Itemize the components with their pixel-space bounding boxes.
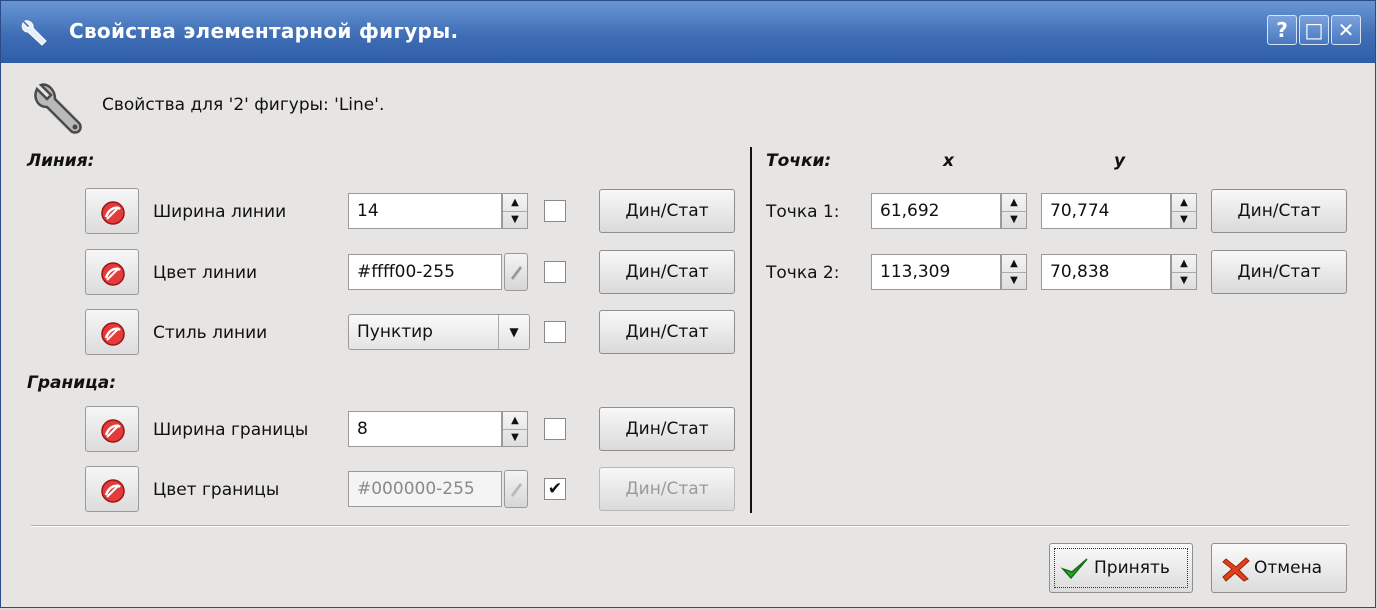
spin-up-icon[interactable]: ▲ xyxy=(1002,255,1026,273)
spin-down-icon[interactable]: ▼ xyxy=(1002,211,1026,228)
point2-x-input[interactable]: 113,309 xyxy=(871,254,1001,290)
line-width-input[interactable]: 14 xyxy=(348,193,502,229)
reset-line-color-button[interactable] xyxy=(85,249,139,295)
x-column-header: x xyxy=(943,151,954,171)
line-color-dynstat-button[interactable]: Дин/Стат xyxy=(599,250,735,294)
accept-button[interactable]: Принять xyxy=(1049,543,1193,593)
reset-icon xyxy=(101,322,125,346)
point1-y-spinner[interactable]: ▲ ▼ xyxy=(1171,193,1197,229)
line-width-dynstat-button[interactable]: Дин/Стат xyxy=(599,189,735,233)
border-color-input[interactable]: #000000-255 xyxy=(348,471,502,507)
border-color-checkbox[interactable]: ✔ xyxy=(544,478,566,500)
line-style-select[interactable]: Пунктир ▼ xyxy=(348,314,530,350)
line-width-checkbox[interactable] xyxy=(544,200,566,222)
point2-x-spinner[interactable]: ▲ ▼ xyxy=(1001,254,1027,290)
line-style-dynstat-button[interactable]: Дин/Стат xyxy=(599,310,735,354)
spin-down-icon[interactable]: ▼ xyxy=(1002,272,1026,289)
line-section-title: Линия: xyxy=(27,151,95,171)
reset-border-color-button[interactable] xyxy=(85,466,139,512)
point2-y-input[interactable]: 70,838 xyxy=(1041,254,1171,290)
line-width-label: Ширина линии xyxy=(153,202,287,222)
line-width-spinner[interactable]: ▲ ▼ xyxy=(502,193,528,229)
point1-x-input[interactable]: 61,692 xyxy=(871,193,1001,229)
spin-up-icon[interactable]: ▲ xyxy=(1172,194,1196,212)
point1-label: Точка 1: xyxy=(766,202,840,222)
wrench-icon xyxy=(34,83,82,134)
reset-icon xyxy=(101,419,125,443)
line-style-checkbox[interactable] xyxy=(544,321,566,343)
reset-icon xyxy=(101,479,125,503)
reset-line-width-button[interactable] xyxy=(85,188,139,234)
line-color-checkbox[interactable] xyxy=(544,261,566,283)
dialog-window: Свойства элементарной фигуры. ? □ ✕ Свой… xyxy=(0,0,1376,608)
line-style-value: Пунктир xyxy=(357,322,433,342)
point2-label: Точка 2: xyxy=(766,263,840,283)
border-width-dynstat-button[interactable]: Дин/Стат xyxy=(599,407,735,451)
cancel-label: Отмена xyxy=(1254,558,1323,578)
point1-y-input[interactable]: 70,774 xyxy=(1041,193,1171,229)
line-style-label: Стиль линии xyxy=(153,323,268,343)
y-column-header: y xyxy=(1114,151,1126,171)
point1-x-spinner[interactable]: ▲ ▼ xyxy=(1001,193,1027,229)
line-color-label: Цвет линии xyxy=(153,263,258,283)
header-text: Свойства для '2' фигуры: 'Line'. xyxy=(102,95,385,115)
checkmark-icon xyxy=(1060,558,1088,580)
horizontal-divider xyxy=(31,525,1349,527)
help-button[interactable]: ? xyxy=(1267,15,1297,45)
spin-up-icon[interactable]: ▲ xyxy=(503,194,527,212)
vertical-divider xyxy=(750,147,752,513)
spin-up-icon[interactable]: ▲ xyxy=(1002,194,1026,212)
border-width-checkbox[interactable] xyxy=(544,418,566,440)
pipette-icon xyxy=(511,266,522,280)
point2-y-spinner[interactable]: ▲ ▼ xyxy=(1171,254,1197,290)
reset-line-style-button[interactable] xyxy=(85,309,139,355)
spin-down-icon[interactable]: ▼ xyxy=(503,429,527,446)
spin-down-icon[interactable]: ▼ xyxy=(503,211,527,228)
border-width-spinner[interactable]: ▲ ▼ xyxy=(502,411,528,447)
spin-up-icon[interactable]: ▲ xyxy=(1172,255,1196,273)
border-section-title: Граница: xyxy=(27,373,117,393)
border-width-label: Ширина границы xyxy=(153,420,309,440)
point2-dynstat-button[interactable]: Дин/Стат xyxy=(1211,250,1347,294)
accept-label: Принять xyxy=(1094,558,1170,578)
wrench-icon xyxy=(21,20,47,46)
border-width-input[interactable]: 8 xyxy=(348,411,502,447)
points-section-title: Точки: xyxy=(766,151,832,171)
close-button[interactable]: ✕ xyxy=(1331,15,1361,45)
reset-icon xyxy=(101,262,125,286)
line-color-input[interactable]: #ffff00-255 xyxy=(348,254,502,290)
border-color-label: Цвет границы xyxy=(153,480,280,500)
pipette-icon xyxy=(511,483,522,497)
spin-up-icon[interactable]: ▲ xyxy=(503,412,527,430)
spin-down-icon[interactable]: ▼ xyxy=(1172,272,1196,289)
border-color-picker-button[interactable] xyxy=(504,470,528,508)
reset-border-width-button[interactable] xyxy=(85,406,139,452)
border-color-dynstat-button[interactable]: Дин/Стат xyxy=(599,467,735,511)
chevron-down-icon[interactable]: ▼ xyxy=(498,315,529,349)
maximize-button[interactable]: □ xyxy=(1299,15,1329,45)
reset-icon xyxy=(101,201,125,225)
title-bar[interactable]: Свойства элементарной фигуры. ? □ ✕ xyxy=(1,1,1375,63)
cancel-button[interactable]: Отмена xyxy=(1211,543,1347,593)
point1-dynstat-button[interactable]: Дин/Стат xyxy=(1211,189,1347,233)
line-color-picker-button[interactable] xyxy=(504,253,528,291)
cancel-icon xyxy=(1222,557,1250,582)
window-title: Свойства элементарной фигуры. xyxy=(69,19,459,43)
spin-down-icon[interactable]: ▼ xyxy=(1172,211,1196,228)
